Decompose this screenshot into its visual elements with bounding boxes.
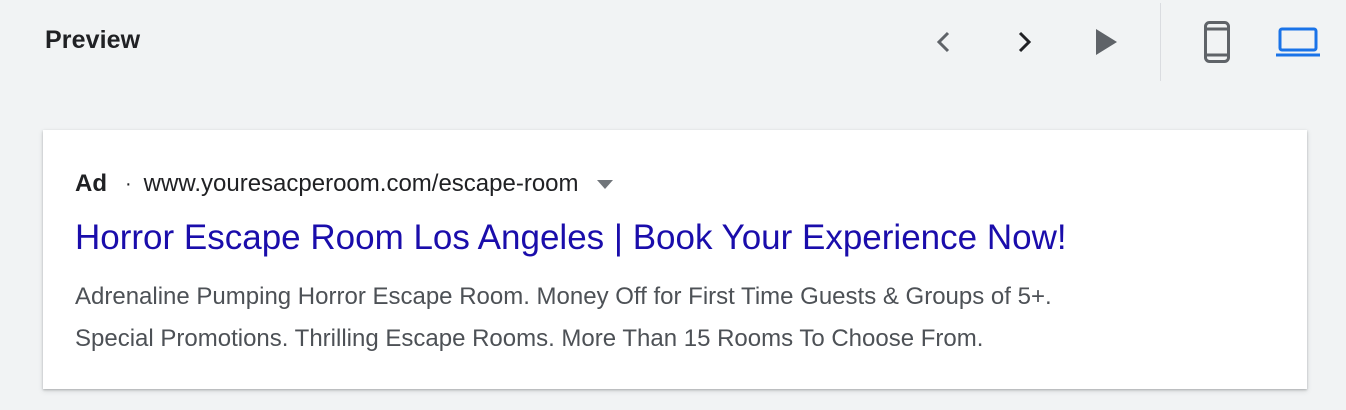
chevron-left-icon [936,31,950,53]
mobile-preview-button[interactable] [1195,18,1239,66]
preview-title: Preview [45,26,141,54]
desktop-preview-button[interactable] [1270,18,1326,66]
ad-description: Adrenaline Pumping Horror Escape Room. M… [75,276,1052,360]
display-url: www.youresacperoom.com/escape-room [143,170,579,197]
preview-header: Preview [0,0,1346,84]
description-line-2: Special Promotions. Thrilling Escape Roo… [75,325,984,352]
description-line-1: Adrenaline Pumping Horror Escape Room. M… [75,283,1052,310]
ad-badge: Ad [75,170,107,197]
dropdown-arrow-icon[interactable] [596,179,613,189]
smartphone-icon [1204,21,1230,63]
ad-url-line: Ad · www.youresacperoom.com/escape-room [75,170,613,198]
play-button[interactable] [1084,22,1128,62]
ad-preview-card: Ad · www.youresacperoom.com/escape-room … [43,130,1307,389]
laptop-icon [1276,27,1320,57]
chevron-right-icon [1018,31,1032,53]
url-separator: · [125,172,132,195]
next-button[interactable] [1002,22,1046,62]
header-divider [1160,3,1161,81]
previous-button[interactable] [922,22,966,62]
ad-headline[interactable]: Horror Escape Room Los Angeles | Book Yo… [75,218,1067,258]
play-icon [1096,29,1117,55]
